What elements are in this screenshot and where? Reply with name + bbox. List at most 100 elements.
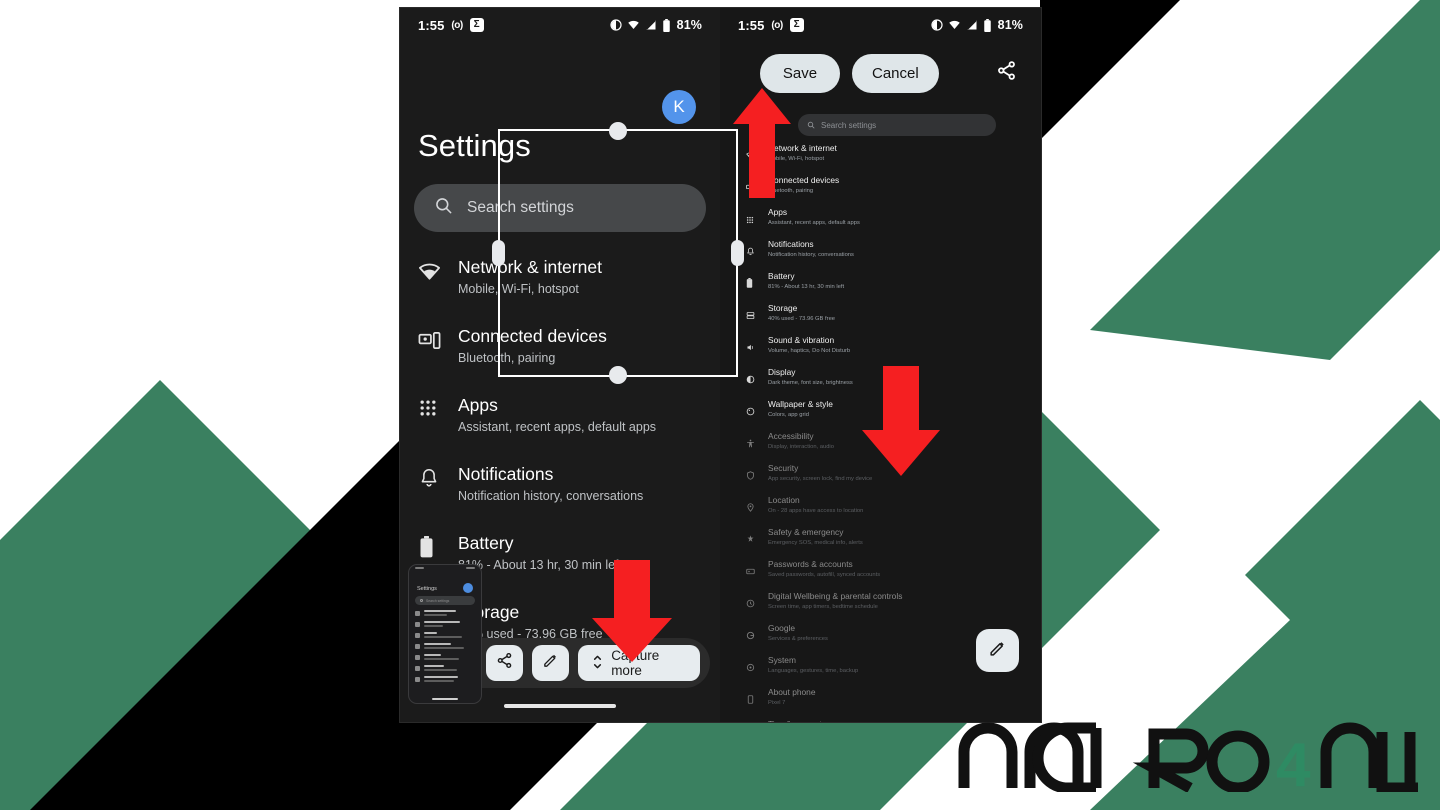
list-item[interactable]: Location On - 28 apps have access to loca… <box>720 490 1041 522</box>
list-item-title: System <box>768 655 796 665</box>
list-item-title: Apps <box>768 207 788 217</box>
safety-icon <box>746 527 768 549</box>
list-item[interactable]: Passwords & accounts Saved passwords, aut… <box>720 554 1041 586</box>
list-item[interactable]: Apps Assistant, recent apps, default apps <box>720 202 1041 234</box>
list-item-title: Battery <box>768 271 795 281</box>
list-item-subtitle: Bluetooth, pairing <box>458 351 556 365</box>
search-placeholder: Search settings <box>467 199 574 216</box>
list-item-title: Connected devices <box>458 326 607 346</box>
contrast-icon <box>610 19 622 31</box>
avatar[interactable]: K <box>662 90 696 124</box>
status-time: 1:55 <box>418 17 445 33</box>
dnd-icon: (o) <box>771 19 783 31</box>
list-item-subtitle: Mobile, Wi-Fi, hotspot <box>458 282 579 296</box>
list-item[interactable]: About phone Pixel 7 <box>720 682 1041 714</box>
cancel-button[interactable]: Cancel <box>852 54 939 93</box>
accessibility-icon <box>746 431 768 453</box>
list-item[interactable]: Battery 81% - About 13 hr, 30 min left <box>720 266 1041 298</box>
location-icon <box>746 495 768 517</box>
list-item-title: Storage <box>768 303 798 313</box>
logo-four: 4 <box>1276 731 1311 792</box>
list-item-subtitle: Notification history, conversations <box>768 252 854 258</box>
wallpaper-icon <box>746 399 768 421</box>
system-icon <box>746 655 768 677</box>
andro4all-logo: 4 <box>958 722 1418 792</box>
phone-icon <box>746 687 768 709</box>
android-screenshot-frame: 1:55 (o) Σ 81% K Settings Search setting… <box>400 8 1041 722</box>
list-item[interactable]: Apps Assistant, recent apps, default app… <box>400 382 720 451</box>
list-item-subtitle: Volume, haptics, Do Not Disturb <box>768 348 851 354</box>
search-icon <box>807 116 815 134</box>
devices-icon <box>418 323 458 352</box>
list-item[interactable]: Connected devices Bluetooth, pairing <box>400 313 720 382</box>
edit-button[interactable] <box>976 629 1019 672</box>
list-item-title: About phone <box>768 687 816 697</box>
battery-icon <box>662 18 671 32</box>
search-icon <box>434 196 453 220</box>
thumbnail-row <box>415 643 475 649</box>
bell-icon <box>418 461 458 489</box>
list-item[interactable]: Notifications Notification history, conv… <box>400 451 720 520</box>
battery-icon <box>418 530 458 558</box>
left-phone-pane: 1:55 (o) Σ 81% K Settings Search setting… <box>400 8 720 722</box>
page-title: Settings <box>418 128 531 163</box>
screenshot-thumbnail-preview[interactable]: Settings Search settings <box>408 564 482 704</box>
list-item-title: Display <box>768 367 796 377</box>
status-bar-right: 1:55 (o) Σ 81% <box>720 8 1041 42</box>
thumbnail-row <box>415 654 475 660</box>
list-item-title: Safety & emergency <box>768 527 844 537</box>
list-item-title: Accessibility <box>768 431 814 441</box>
cancel-label: Cancel <box>872 65 919 82</box>
list-item-title: Digital Wellbeing & parental controls <box>768 591 903 601</box>
list-item-subtitle: Colors, app grid <box>768 412 809 418</box>
list-item-subtitle: On - 28 apps have access to location <box>768 508 864 514</box>
app-badge-icon: Σ <box>789 18 804 32</box>
gesture-nav-bar-left[interactable] <box>504 704 616 708</box>
list-item-subtitle: 40% used - 73.96 GB free <box>768 316 836 322</box>
thumbnail-row <box>415 621 475 627</box>
search-input-preview: Search settings <box>798 114 996 136</box>
arrow-pointing-to-crop-handle <box>862 366 940 476</box>
list-item-subtitle: Screen time, app timers, bedtime schedul… <box>768 604 878 610</box>
pencil-icon <box>542 652 559 674</box>
battery-icon <box>983 18 992 32</box>
list-item-subtitle: Emergency SOS, medical info, alerts <box>768 540 863 546</box>
search-input[interactable]: Search settings <box>414 184 706 232</box>
thumbnail-nav-bar <box>432 698 458 700</box>
list-item-subtitle: Display, interaction, audio <box>768 444 834 450</box>
storage-icon <box>746 303 768 325</box>
list-item-subtitle: 81% - About 13 hr, 30 min left <box>768 284 845 290</box>
thumbnail-avatar <box>463 583 473 593</box>
list-item[interactable]: Notifications Notification history, conve… <box>720 234 1041 266</box>
wellbeing-icon <box>746 591 768 613</box>
battery-percent: 81% <box>676 18 702 32</box>
list-item[interactable]: Storage 40% used - 73.96 GB free <box>720 298 1041 330</box>
list-item-subtitle: Saved passwords, autofill, synced accoun… <box>768 572 881 578</box>
status-bar-left: 1:55 (o) Σ 81% <box>400 8 720 42</box>
security-icon <box>746 463 768 485</box>
list-item[interactable]: Tips & supportHelp articles, phone & cha… <box>720 714 1041 722</box>
signal-icon <box>966 19 978 31</box>
list-item-subtitle: Assistant, recent apps, default apps <box>768 220 860 226</box>
list-item[interactable]: Digital Wellbeing & parental controls Scr… <box>720 586 1041 618</box>
arrow-pointing-to-save <box>733 88 791 198</box>
list-item-subtitle: Notification history, conversations <box>458 489 644 503</box>
share-icon <box>496 652 513 674</box>
edit-button[interactable] <box>532 645 570 681</box>
list-item-title: Sound & vibration <box>768 335 835 345</box>
share-button[interactable] <box>996 60 1017 86</box>
list-item-subtitle: App security, screen lock, find my devic… <box>768 476 873 482</box>
list-item-title: Google <box>768 623 796 633</box>
thumbnail-row <box>415 632 475 638</box>
list-item-title: Wallpaper & style <box>768 399 833 409</box>
share-icon <box>996 61 1017 85</box>
list-item-subtitle: Dark theme, font size, brightness <box>768 380 853 386</box>
list-item[interactable]: Network & internet Mobile, Wi-Fi, hotspo… <box>400 244 720 313</box>
share-button[interactable] <box>486 645 524 681</box>
battery-icon <box>746 271 768 293</box>
list-item-title: Notifications <box>768 239 814 249</box>
list-item[interactable]: Safety & emergency Emergency SOS, medical… <box>720 522 1041 554</box>
list-item[interactable]: Sound & vibration Volume, haptics, Do Not… <box>720 330 1041 362</box>
wifi-icon <box>948 19 961 31</box>
avatar-letter: K <box>673 97 685 116</box>
